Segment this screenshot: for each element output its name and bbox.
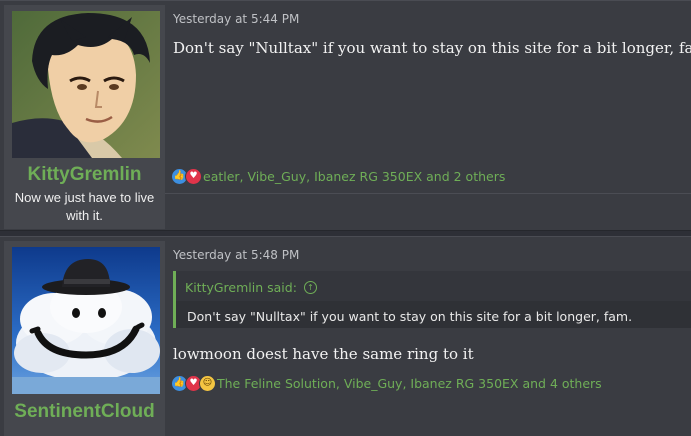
reactions-bar[interactable]: 👍 ♥ eatler, Vibe_Guy, Ibanez RG 350EX an… [171,167,505,185]
jump-to-quote-icon[interactable]: ↑ [303,281,317,294]
user-title: Now we just have to live with it. [14,190,155,223]
avatar[interactable] [12,11,160,158]
user-info-panel: KittyGremlin Now we just have to live wi… [4,5,165,229]
post-date[interactable]: Yesterday at 5:48 PM [173,248,299,262]
divider [165,193,691,194]
love-icon: ♥ [185,167,202,185]
reactions-list[interactable]: eatler, Vibe_Guy, Ibanez RG 350EX and 2 … [203,169,505,184]
username[interactable]: SentinentCloud [4,401,165,423]
post-body: Yesterday at 5:48 PM KittyGremlin said: … [165,237,691,436]
user-info-panel: SentinentCloud [4,241,165,436]
haha-icon: ☺ [199,374,216,392]
avatar[interactable] [12,247,160,394]
anime-character-avatar-image [12,11,160,158]
reactions-list[interactable]: The Feline Solution, Vibe_Guy, Ibanez RG… [217,376,602,391]
quote-author[interactable]: KittyGremlin said: [185,280,297,295]
reaction-icons: 👍 ♥ [171,167,202,185]
username[interactable]: KittyGremlin [4,164,165,186]
quote-content: Don't say "Nulltax" if you want to stay … [176,301,691,328]
quote-block: KittyGremlin said: ↑ Don't say "Nulltax"… [173,271,691,328]
post: KittyGremlin Now we just have to live wi… [0,0,691,231]
cloud-avatar-image [12,247,160,394]
post-body: Yesterday at 5:44 PM Don't say "Nulltax"… [165,1,691,230]
reactions-bar[interactable]: 👍 ♥ ☺ The Feline Solution, Vibe_Guy, Iba… [171,374,602,392]
reaction-icons: 👍 ♥ ☺ [171,374,216,392]
post: SentinentCloud Yesterday at 5:48 PM Kitt… [0,236,691,436]
post-message: lowmoon doest have the same ring to it [173,345,474,363]
post-date[interactable]: Yesterday at 5:44 PM [173,12,299,26]
quote-attribution[interactable]: KittyGremlin said: ↑ [185,280,317,295]
post-message: Don't say "Nulltax" if you want to stay … [173,39,691,57]
quote-text: Don't say "Nulltax" if you want to stay … [187,309,633,324]
